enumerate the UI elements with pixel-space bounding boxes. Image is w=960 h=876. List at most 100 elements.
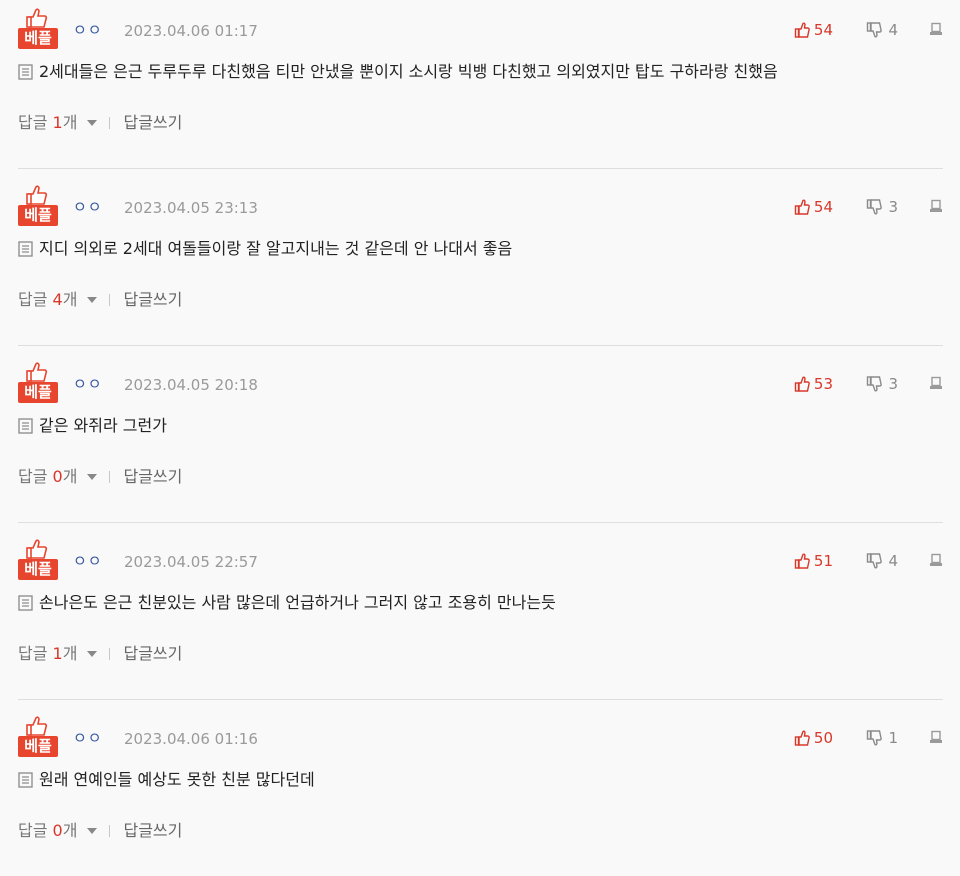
thumbs-down-icon bbox=[867, 730, 883, 746]
like-count: 53 bbox=[813, 375, 833, 393]
reply-label: 답글 bbox=[18, 467, 48, 486]
like-button[interactable]: 51 bbox=[794, 551, 833, 571]
comment-body: 2세대들은 은근 두루두루 다친했음 티만 안냈을 뿐이지 소시랑 빅뱅 다친했… bbox=[18, 60, 778, 84]
thumbs-up-icon bbox=[794, 199, 810, 215]
thumbs-up-icon bbox=[26, 185, 48, 205]
thumbs-up-icon bbox=[794, 730, 810, 746]
like-button[interactable]: 50 bbox=[794, 728, 833, 748]
comment-text: 원래 연예인들 예상도 못한 친분 많다던데 bbox=[39, 770, 315, 789]
comment-footer: 답글 1개 답글쓰기 bbox=[18, 112, 182, 134]
document-icon bbox=[18, 241, 33, 257]
reply-toggle[interactable]: 답글 0개 bbox=[18, 466, 77, 488]
comment-body: 같은 와쥐라 그런가 bbox=[18, 414, 167, 438]
reply-unit: 개 bbox=[62, 467, 78, 486]
comment-item: 베플 ㅇㅇ 2023.04.05 20:18 53 3 같은 와쥐라 그런가 답… bbox=[18, 354, 943, 523]
dislike-button[interactable]: 3 bbox=[866, 374, 898, 394]
comment-footer: 답글 0개 답글쓰기 bbox=[18, 820, 182, 842]
document-icon bbox=[18, 64, 33, 80]
author-nickname[interactable]: ㅇㅇ bbox=[73, 728, 103, 748]
dislike-button[interactable]: 4 bbox=[866, 551, 898, 571]
comment-footer: 답글 4개 답글쓰기 bbox=[18, 289, 182, 311]
dislike-count: 4 bbox=[888, 21, 898, 39]
best-badge: 베플 bbox=[18, 362, 58, 404]
thumbs-down-icon bbox=[867, 22, 883, 38]
write-reply-link[interactable]: 답글쓰기 bbox=[123, 289, 182, 311]
comment-text: 2세대들은 은근 두루두루 다친했음 티만 안냈을 뿐이지 소시랑 빅뱅 다친했… bbox=[39, 62, 778, 81]
report-icon[interactable] bbox=[929, 199, 943, 213]
author-nickname[interactable]: ㅇㅇ bbox=[73, 374, 103, 394]
reply-label: 답글 bbox=[18, 821, 48, 840]
thumbs-up-icon bbox=[794, 553, 810, 569]
like-button[interactable]: 54 bbox=[794, 20, 833, 40]
like-count: 51 bbox=[813, 552, 833, 570]
like-count: 54 bbox=[813, 198, 833, 216]
report-icon[interactable] bbox=[929, 22, 943, 36]
reply-unit: 개 bbox=[62, 290, 78, 309]
comment-item: 베플 ㅇㅇ 2023.04.05 22:57 51 4 손나은도 은근 친분있는… bbox=[18, 531, 943, 700]
write-reply-link[interactable]: 답글쓰기 bbox=[123, 466, 182, 488]
best-badge: 베플 bbox=[18, 185, 58, 227]
best-badge-label: 베플 bbox=[18, 559, 58, 580]
thumbs-up-icon bbox=[794, 22, 810, 38]
comment-footer: 답글 0개 답글쓰기 bbox=[18, 466, 182, 488]
reply-unit: 개 bbox=[62, 113, 78, 132]
reply-unit: 개 bbox=[62, 644, 78, 663]
thumbs-up-icon bbox=[794, 376, 810, 392]
divider bbox=[109, 294, 111, 306]
caret-down-icon[interactable] bbox=[87, 828, 98, 834]
like-button[interactable]: 53 bbox=[794, 374, 833, 394]
reply-unit: 개 bbox=[62, 821, 78, 840]
caret-down-icon[interactable] bbox=[87, 474, 98, 480]
comment-item: 베플 ㅇㅇ 2023.04.05 23:13 54 3 지디 의외로 2세대 여… bbox=[18, 177, 943, 346]
caret-down-icon[interactable] bbox=[87, 297, 98, 303]
thumbs-down-icon bbox=[867, 199, 883, 215]
best-badge-label: 베플 bbox=[18, 28, 58, 49]
author-nickname[interactable]: ㅇㅇ bbox=[73, 20, 103, 40]
caret-down-icon[interactable] bbox=[87, 120, 98, 126]
dislike-count: 3 bbox=[888, 375, 898, 393]
write-reply-link[interactable]: 답글쓰기 bbox=[123, 112, 182, 134]
thumbs-down-icon bbox=[867, 553, 883, 569]
best-badge: 베플 bbox=[18, 8, 58, 50]
dislike-count: 1 bbox=[888, 729, 898, 747]
thumbs-up-icon bbox=[26, 539, 48, 559]
report-icon[interactable] bbox=[929, 376, 943, 390]
dislike-button[interactable]: 3 bbox=[866, 197, 898, 217]
comment-date: 2023.04.05 23:13 bbox=[124, 199, 258, 217]
thumbs-up-icon bbox=[26, 362, 48, 382]
comment-footer: 답글 1개 답글쓰기 bbox=[18, 643, 182, 665]
reply-toggle[interactable]: 답글 4개 bbox=[18, 289, 77, 311]
comment-text: 같은 와쥐라 그런가 bbox=[39, 416, 167, 435]
comment-text: 지디 의외로 2세대 여돌들이랑 잘 알고지내는 것 같은데 안 나대서 좋음 bbox=[39, 239, 513, 258]
write-reply-link[interactable]: 답글쓰기 bbox=[123, 643, 182, 665]
best-badge-label: 베플 bbox=[18, 736, 58, 757]
thumbs-down-icon bbox=[867, 376, 883, 392]
dislike-button[interactable]: 1 bbox=[866, 728, 898, 748]
comment-text: 손나은도 은근 친분있는 사람 많은데 언급하거나 그러지 않고 조용히 만나는… bbox=[39, 593, 556, 612]
like-button[interactable]: 54 bbox=[794, 197, 833, 217]
like-count: 54 bbox=[813, 21, 833, 39]
comment-date: 2023.04.06 01:16 bbox=[124, 730, 258, 748]
reply-count: 1 bbox=[52, 644, 63, 663]
reply-toggle[interactable]: 답글 1개 bbox=[18, 112, 77, 134]
reply-count: 1 bbox=[52, 113, 63, 132]
best-badge: 베플 bbox=[18, 539, 58, 581]
reply-label: 답글 bbox=[18, 290, 48, 309]
best-badge: 베플 bbox=[18, 716, 58, 758]
write-reply-link[interactable]: 답글쓰기 bbox=[123, 820, 182, 842]
dislike-button[interactable]: 4 bbox=[866, 20, 898, 40]
author-nickname[interactable]: ㅇㅇ bbox=[73, 197, 103, 217]
reply-toggle[interactable]: 답글 0개 bbox=[18, 820, 77, 842]
comment-body: 원래 연예인들 예상도 못한 친분 많다던데 bbox=[18, 768, 315, 792]
report-icon[interactable] bbox=[929, 553, 943, 567]
comment-item: 베플 ㅇㅇ 2023.04.06 01:16 50 1 원래 연예인들 예상도 … bbox=[18, 708, 943, 876]
dislike-count: 4 bbox=[888, 552, 898, 570]
caret-down-icon[interactable] bbox=[87, 651, 98, 657]
comment-item: 베플 ㅇㅇ 2023.04.06 01:17 54 4 2세대들은 은근 두루두… bbox=[18, 0, 943, 169]
reply-count: 0 bbox=[52, 467, 63, 486]
report-icon[interactable] bbox=[929, 730, 943, 744]
reply-toggle[interactable]: 답글 1개 bbox=[18, 643, 77, 665]
best-badge-label: 베플 bbox=[18, 205, 58, 226]
comment-body: 지디 의외로 2세대 여돌들이랑 잘 알고지내는 것 같은데 안 나대서 좋음 bbox=[18, 237, 512, 261]
author-nickname[interactable]: ㅇㅇ bbox=[73, 551, 103, 571]
